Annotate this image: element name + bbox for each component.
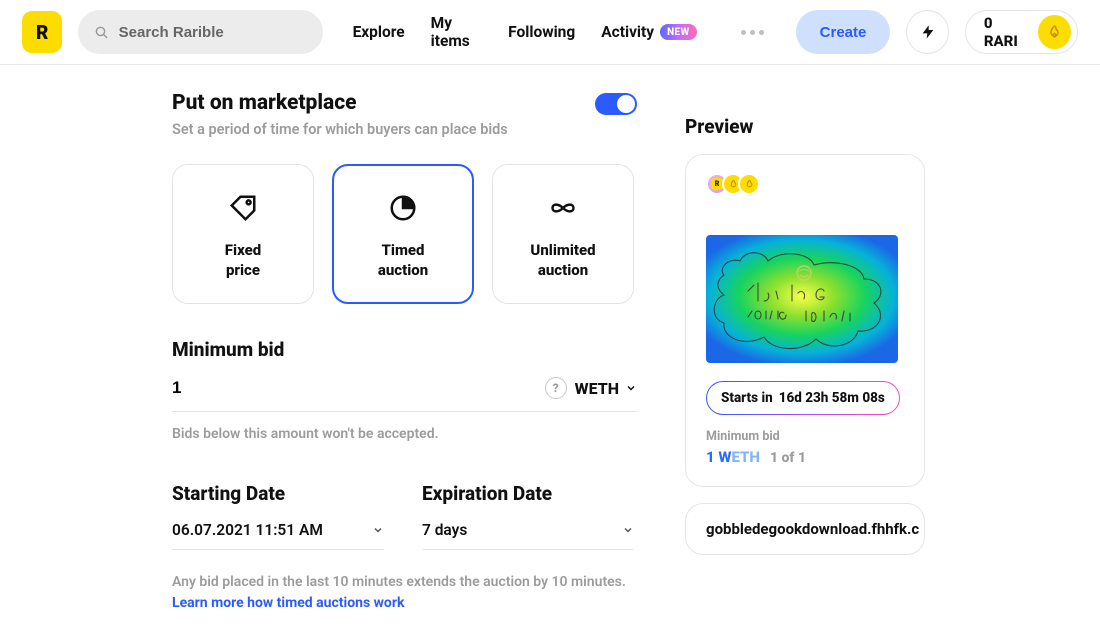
chevron-down-icon — [625, 382, 637, 394]
create-button[interactable]: Create — [796, 10, 891, 54]
extend-note: Any bid placed in the last 10 minutes ex… — [172, 572, 637, 592]
currency-select[interactable]: WETH — [575, 379, 637, 398]
help-icon[interactable]: ? — [545, 377, 567, 399]
infinity-icon — [545, 196, 581, 220]
expiration-date-select[interactable]: 7 days — [422, 505, 634, 550]
marketplace-toggle[interactable] — [595, 93, 637, 115]
option-unlimited-auction-label: Unlimited auction — [530, 240, 595, 281]
search-icon — [94, 24, 108, 40]
preview-min-bid-value: 1 WETH — [706, 448, 760, 466]
preview-title: Preview — [685, 115, 1040, 138]
balance-text: 0 RARI — [984, 14, 1029, 50]
start-date-select[interactable]: 06.07.2021 11:51 AM — [172, 505, 384, 550]
marketplace-subtitle: Set a period of time for which buyers ca… — [172, 121, 508, 138]
avatar — [738, 173, 760, 195]
more-menu[interactable] — [741, 30, 764, 35]
logo[interactable]: R — [22, 11, 62, 53]
clock-icon — [388, 193, 418, 223]
search-input[interactable] — [119, 24, 307, 41]
option-timed-auction-label: Timed auction — [378, 240, 428, 281]
start-date-label: Starting Date — [172, 482, 384, 505]
option-timed-auction[interactable]: Timed auction — [332, 164, 474, 304]
expiration-date-label: Expiration Date — [422, 482, 634, 505]
preview-edition: 1 of 1 — [770, 450, 806, 466]
marketplace-title: Put on marketplace — [172, 91, 508, 115]
min-bid-title: Minimum bid — [172, 338, 637, 361]
nav-my-items[interactable]: My items — [431, 14, 483, 50]
min-bid-hint: Bids below this amount won't be accepted… — [172, 426, 637, 442]
token-icon — [1038, 15, 1071, 49]
link-card[interactable]: gobbledegookdownload.fhhfk.c — [685, 503, 925, 555]
header: R Explore My items Following Activity NE… — [0, 0, 1100, 65]
option-fixed-price-label: Fixed price — [225, 240, 261, 281]
nav-activity-label: Activity — [601, 23, 654, 41]
lightning-icon — [920, 22, 936, 42]
toggle-knob — [617, 95, 635, 113]
avatar-stack: R — [706, 173, 904, 195]
currency-label: WETH — [575, 379, 619, 398]
price-tag-icon — [228, 193, 258, 223]
nav: Explore My items Following Activity NEW — [353, 14, 697, 50]
balance-pill[interactable]: 0 RARI — [965, 10, 1078, 54]
chevron-down-icon — [622, 524, 634, 536]
option-unlimited-auction[interactable]: Unlimited auction — [492, 164, 634, 304]
new-badge: NEW — [660, 24, 697, 40]
countdown-pill: Starts in 16d 23h 58m 08s — [706, 381, 900, 415]
countdown-label: Starts in — [721, 390, 773, 406]
nav-activity[interactable]: Activity NEW — [601, 23, 696, 41]
expiration-date-value: 7 days — [422, 521, 467, 539]
notifications-button[interactable] — [906, 10, 948, 54]
min-bid-input[interactable] — [172, 378, 332, 398]
nav-following[interactable]: Following — [508, 23, 575, 41]
preview-card: R Starts in 16d 23h 58 — [685, 154, 925, 487]
search-box[interactable] — [78, 10, 322, 54]
preview-min-bid-label: Minimum bid — [706, 429, 904, 444]
countdown-value: 16d 23h 58m 08s — [779, 390, 885, 406]
learn-more-link[interactable]: Learn more how timed auctions work — [172, 595, 404, 611]
start-date-value: 06.07.2021 11:51 AM — [172, 521, 323, 539]
nav-explore[interactable]: Explore — [353, 23, 405, 41]
nft-preview-image — [706, 235, 898, 363]
option-fixed-price[interactable]: Fixed price — [172, 164, 314, 304]
chevron-down-icon — [372, 524, 384, 536]
